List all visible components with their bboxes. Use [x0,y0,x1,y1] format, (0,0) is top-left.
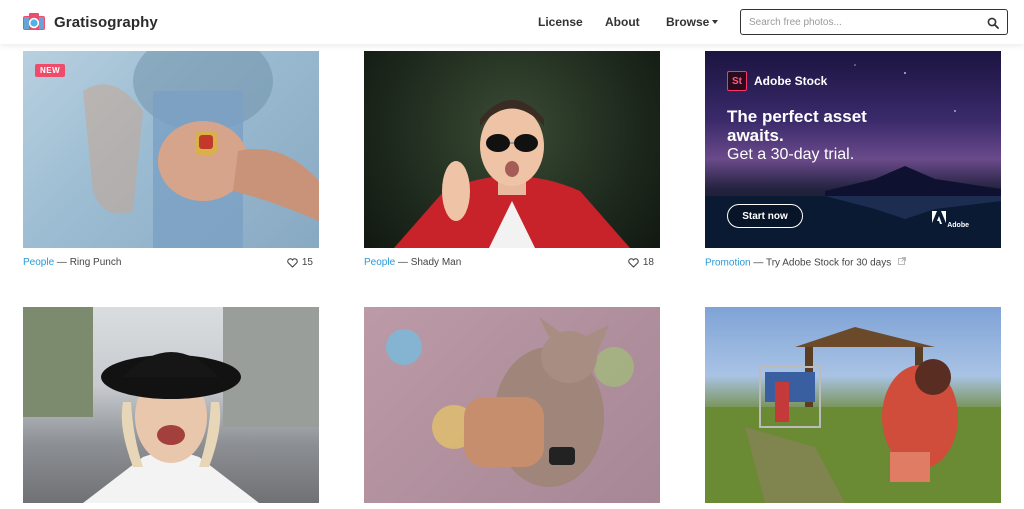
adobe-logo: Adobe [931,211,969,229]
separator: — [753,257,764,269]
like-count: 18 [642,257,654,268]
site-name: Gratisography [54,13,158,31]
photo-card: NEW People — Ring Punch 15 [23,51,319,268]
search-box [740,9,1008,35]
adobe-stock-logo: St [727,71,747,91]
photo-thumbnail[interactable]: NEW [23,51,319,248]
adobe-icon [931,211,946,224]
category-link[interactable]: People [364,257,395,268]
category-link[interactable]: People [23,257,54,268]
photo-caption: People — Shady Man 18 [364,256,660,270]
photo-thumbnail[interactable] [364,307,660,503]
category-link[interactable]: Promotion [705,258,751,269]
nav-browse-menu[interactable]: Browse [666,0,719,44]
camera-icon [22,10,46,34]
separator: — [56,257,67,268]
caret-down-icon [712,20,719,24]
photo-thumbnail[interactable] [23,307,319,503]
photo-caption: Promotion — Try Adobe Stock for 30 days [705,256,1001,270]
search-input[interactable] [749,13,979,31]
promo-title[interactable]: Try Adobe Stock for 30 days [766,258,891,269]
external-link-icon [898,256,906,270]
photo-card: People — Shady Man 18 [364,51,660,268]
heart-icon [628,258,639,268]
photo-thumbnail[interactable] [364,51,660,248]
photo-card [23,307,319,503]
photo-card [705,307,1001,503]
photo-card [364,307,660,503]
start-now-button[interactable]: Start now [727,204,803,228]
promo-card: St Adobe Stock The perfect asset awaits.… [705,51,1001,269]
photo-title[interactable]: Shady Man [411,257,462,268]
nav-license-link[interactable]: License [538,0,583,44]
new-badge: NEW [35,64,66,77]
photo-caption: People — Ring Punch 15 [23,256,319,270]
adobe-stock-ad[interactable]: St Adobe Stock The perfect asset awaits.… [705,51,1001,248]
heart-icon [287,258,298,268]
ad-subline: Get a 30-day trial. [727,146,855,163]
site-header: Gratisography License About Browse [0,0,1024,44]
nav-browse-label: Browse [666,15,710,29]
separator: — [397,257,408,268]
photo-thumbnail[interactable] [705,307,1001,503]
photo-title[interactable]: Ring Punch [70,257,122,268]
nav-about-link[interactable]: About [605,0,640,44]
like-button[interactable]: 18 [628,256,654,270]
site-logo[interactable]: Gratisography [22,10,158,34]
adobe-stock-brand: St Adobe Stock [727,71,827,91]
ad-headline: The perfect asset awaits. [727,107,867,145]
like-button[interactable]: 15 [287,256,313,270]
ad-brand-name: Adobe Stock [754,74,828,88]
adobe-label: Adobe [947,222,969,229]
search-icon[interactable] [987,16,999,29]
like-count: 15 [301,257,313,268]
